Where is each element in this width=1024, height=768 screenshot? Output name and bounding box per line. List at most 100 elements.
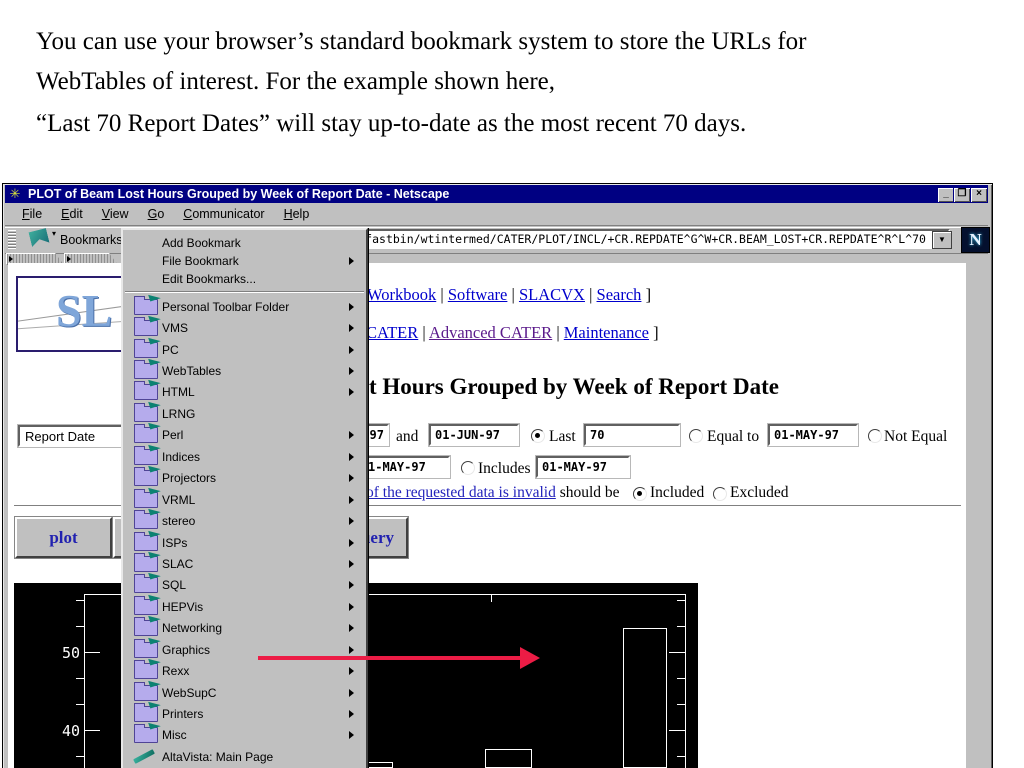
window-titlebar[interactable]: ✳ PLOT of Beam Lost Hours Grouped by Wee… (5, 185, 988, 203)
folder-icon (134, 406, 158, 422)
range-end-field[interactable]: 01-JUN-97 (429, 424, 519, 446)
submenu-arrow-icon (349, 303, 354, 311)
menu-edit[interactable]: Edit (58, 205, 86, 223)
menu-file[interactable]: File (19, 205, 45, 223)
not-equal-radio[interactable] (868, 429, 882, 443)
included-radio[interactable] (633, 487, 647, 501)
submenu-arrow-icon (349, 560, 354, 568)
submenu-arrow-icon (349, 624, 354, 632)
bookmark-action-file-bookmark[interactable]: File Bookmark (123, 252, 366, 270)
menu-item-label: PC (162, 343, 179, 357)
nav-link[interactable]: CATER (366, 323, 418, 342)
menu-item-label: Rexx (162, 664, 189, 678)
nav-link[interactable]: Workbook (367, 285, 436, 304)
menu-item-label: VRML (162, 493, 195, 507)
menu-item-label: LRNG (162, 407, 195, 421)
menu-item-label: stereo (162, 514, 195, 528)
folder-icon (134, 427, 158, 443)
bookmark-page-icon (133, 749, 155, 764)
plot-button[interactable]: plot (15, 517, 112, 558)
equal-to-label: Equal to (707, 428, 759, 446)
bookmark-action-add-bookmark[interactable]: Add Bookmark (123, 234, 366, 252)
equal-to-field[interactable]: 01-MAY-97 (768, 424, 858, 446)
not-equal-label: Not Equal (884, 428, 947, 446)
column-select[interactable]: Report Date (18, 425, 123, 447)
submenu-arrow-icon (349, 581, 354, 589)
close-button[interactable]: × (970, 187, 988, 203)
invalid-data-link[interactable]: of the requested data is invalid (366, 484, 556, 501)
netscape-throbber-logo[interactable]: N (961, 227, 990, 253)
nav-link[interactable]: Software (448, 285, 508, 304)
screenshot: You can use your browser’s standard book… (0, 0, 1024, 768)
bookmark-folder-projectors[interactable]: Projectors (123, 468, 366, 489)
menu-item-label: Personal Toolbar Folder (162, 300, 289, 314)
folder-icon (134, 449, 158, 465)
bookmarks-menu-button[interactable]: Bookmarks (60, 233, 123, 247)
submenu-arrow-icon (349, 689, 354, 697)
menu-item-label: Misc (162, 728, 187, 742)
last-count-field[interactable]: 70 (584, 424, 680, 446)
and-label: and (396, 428, 418, 446)
menu-item-label: Networking (162, 621, 222, 635)
submenu-arrow-icon (349, 496, 354, 504)
ytick-50: 50 (50, 644, 80, 662)
bookmark-folder-vms[interactable]: VMS (123, 317, 366, 338)
last-radio[interactable] (531, 429, 545, 443)
toolbar-grippy[interactable] (8, 230, 16, 249)
submenu-arrow-icon (349, 710, 354, 718)
menu-view[interactable]: View (99, 205, 132, 223)
menu-item-label: Indices (162, 450, 200, 464)
menu-help[interactable]: Help (281, 205, 313, 223)
nav-link[interactable]: Advanced CATER (429, 323, 552, 342)
includes-radio[interactable] (461, 461, 475, 475)
includes-field[interactable]: 01-MAY-97 (536, 456, 630, 478)
included-label: Included (650, 484, 704, 502)
folder-icon (134, 470, 158, 486)
menu-communicator[interactable]: Communicator (180, 205, 267, 223)
equal-to-radio[interactable] (689, 429, 703, 443)
menu-item-label: Printers (162, 707, 203, 721)
caption-line-1: You can use your browser’s standard book… (36, 28, 807, 56)
cater-nav-links: CATER | Advanced CATER | Maintenance ] (366, 323, 659, 343)
nav-link[interactable]: Search (597, 285, 642, 304)
menu-item-label: HTML (162, 385, 195, 399)
histogram-bar (485, 749, 532, 768)
submenu-arrow-icon (349, 367, 354, 375)
folder-icon (134, 513, 158, 529)
menu-item-label: Graphics (162, 643, 210, 657)
bookmark-page-altavista-main-page[interactable]: AltaVista: Main Page (123, 746, 366, 767)
should-be-label: should be (560, 484, 620, 501)
folder-icon (134, 727, 158, 743)
bookmark-folder-perl[interactable]: Perl (123, 425, 366, 446)
excluded-radio[interactable] (713, 487, 727, 501)
folder-icon (134, 685, 158, 701)
caption-line-3: “Last 70 Report Dates” will stay up-to-d… (36, 110, 746, 138)
menu-item-label: AltaVista: Main Page (162, 750, 273, 764)
bookmark-action-edit-bookmarks-[interactable]: Edit Bookmarks... (123, 270, 366, 288)
maximize-button[interactable]: ❐ (953, 187, 971, 203)
nav-link[interactable]: Maintenance (564, 323, 649, 342)
submenu-arrow-icon (349, 731, 354, 739)
menu-item-label: SQL (162, 578, 186, 592)
submenu-arrow-icon (349, 539, 354, 547)
menu-item-label: SLAC (162, 557, 193, 571)
location-url-text: u/fastbin/wtintermed/CATER/PLOT/INCL/+CR… (351, 232, 948, 246)
folder-icon (134, 342, 158, 358)
bookmark-folder-networking[interactable]: Networking (123, 618, 366, 639)
location-dropdown-button[interactable]: ▼ (932, 231, 952, 249)
folder-icon (134, 535, 158, 551)
bookmark-folder-misc[interactable]: Misc (123, 725, 366, 746)
menu-item-label: File Bookmark (162, 254, 239, 268)
nav-link[interactable]: SLACVX (519, 285, 585, 304)
menu-go[interactable]: Go (145, 205, 168, 223)
menu-item-label: Add Bookmark (162, 236, 241, 250)
submenu-arrow-icon (349, 388, 354, 396)
menu-item-label: Edit Bookmarks... (162, 272, 256, 286)
site-nav-links: Workbook | Software | SLACVX | Search ] (367, 285, 651, 305)
menu-bar: File Edit View Go Communicator Help (5, 203, 988, 226)
bookmark-folder-stereo[interactable]: stereo (123, 510, 366, 531)
menu-item-label: ISPs (162, 536, 187, 550)
last-label: Last (549, 428, 576, 446)
chevron-down-icon: ▾ (52, 229, 56, 238)
folder-icon (134, 384, 158, 400)
